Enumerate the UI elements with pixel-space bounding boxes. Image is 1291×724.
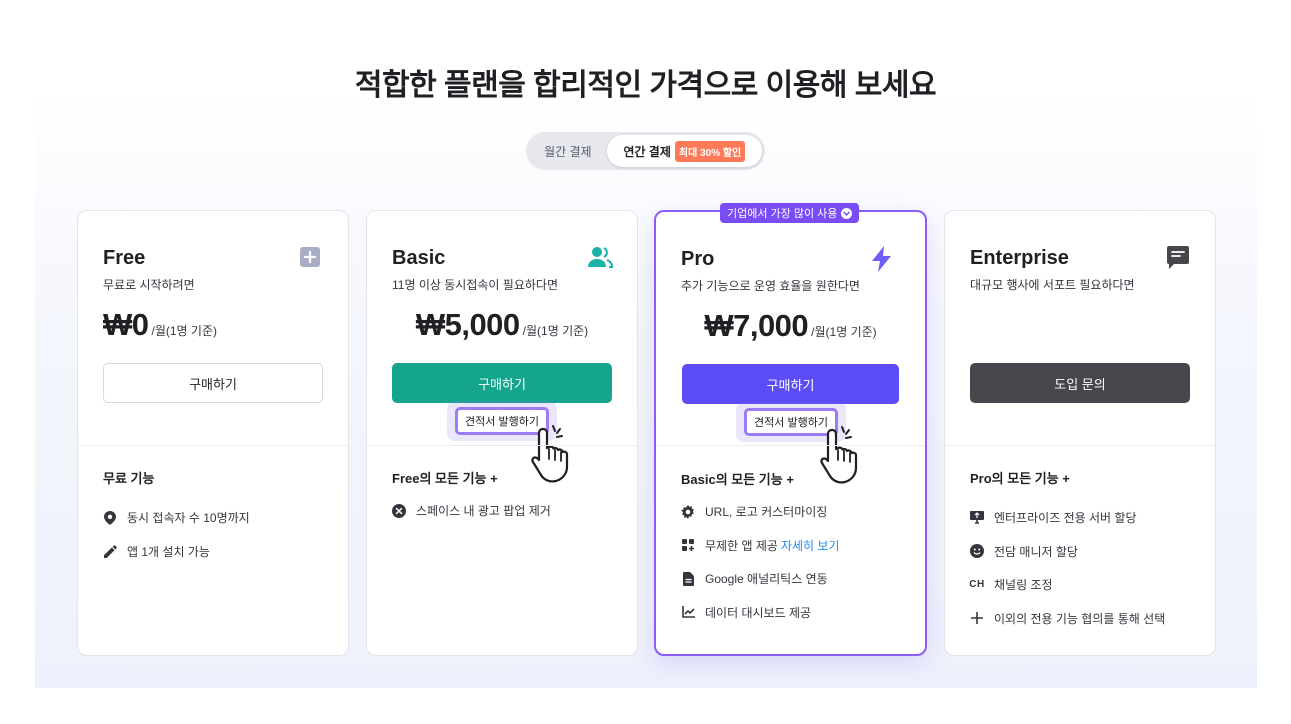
plan-description: 무료로 시작하려면 <box>103 278 195 292</box>
plan-price: ₩5,000 <box>415 307 520 342</box>
plus-icon <box>970 611 984 625</box>
smiley-icon <box>970 544 984 559</box>
plan-card-free: Free 무료로 시작하려면 ₩0 /월(1명 기준) 구매하기 무료 기능 동… <box>77 210 349 656</box>
feature-list: URL, 로고 커스터마이징 무제한 앱 제공 자세히 보기 Google 애널리… <box>681 495 839 629</box>
list-item: 이외의 전용 기능 협의를 통해 선택 <box>970 602 1165 636</box>
chat-icon <box>1165 245 1191 271</box>
billing-yearly-label: 연간 결제 <box>623 144 671 159</box>
feature-text: 엔터프라이즈 전용 서버 할당 <box>994 511 1137 526</box>
list-item: 데이터 대시보드 제공 <box>681 596 839 630</box>
plan-price: ₩0 <box>103 307 149 342</box>
users-icon <box>587 245 614 271</box>
feature-list: 엔터프라이즈 전용 서버 할당 전담 매니저 할당 CH 채널링 조정 이외의 … <box>969 501 1165 636</box>
plan-name: Free <box>103 247 146 269</box>
chevron-down-icon <box>841 207 853 219</box>
plan-description: 추가 기능으로 운영 효율을 원한다면 <box>681 279 860 293</box>
card-divider <box>945 445 1215 446</box>
list-item: 엔터프라이즈 전용 서버 할당 <box>970 501 1165 535</box>
contact-button[interactable]: 도입 문의 <box>970 363 1190 403</box>
feature-list: 동시 접속자 수 10명까지 앱 1개 설치 가능 <box>103 501 250 568</box>
features-title: Pro의 모든 기능 + <box>970 471 1070 486</box>
feature-text: 전담 매니저 할당 <box>994 544 1078 559</box>
features-title: Free의 모든 기능 + <box>392 471 498 486</box>
pointer-hand-icon <box>818 424 882 488</box>
document-icon <box>681 571 695 586</box>
plan-description: 대규모 행사에 서포트 필요하다면 <box>970 278 1135 292</box>
list-item: Google 애널리틱스 연동 <box>681 562 839 596</box>
plan-name: Enterprise <box>970 247 1069 269</box>
list-item: URL, 로고 커스터마이징 <box>681 495 839 529</box>
billing-monthly-option[interactable]: 월간 결제 <box>529 135 607 167</box>
buy-button[interactable]: 구매하기 <box>392 363 612 403</box>
gear-icon <box>681 504 695 519</box>
feature-text: 무제한 앱 제공 자세히 보기 <box>705 537 839 554</box>
feature-text: 앱 1개 설치 가능 <box>127 544 210 559</box>
chart-line-icon <box>681 605 695 619</box>
feature-text: 채널링 조정 <box>994 578 1053 593</box>
plan-name: Basic <box>392 247 446 269</box>
pointer-hand-icon <box>529 423 593 487</box>
list-item: 앱 1개 설치 가능 <box>103 535 250 569</box>
plan-price: ₩7,000 <box>704 308 809 343</box>
plan-description: 11명 이상 동시접속이 필요하다면 <box>392 278 558 292</box>
price-row: ₩0 /월(1명 기준) <box>78 307 348 343</box>
page-title: 적합한 플랜을 합리적인 가격으로 이용해 보세요 <box>354 69 937 102</box>
feature-text: URL, 로고 커스터마이징 <box>705 505 828 520</box>
feature-text: 데이터 대시보드 제공 <box>705 605 812 620</box>
lightning-icon <box>871 246 897 272</box>
price-unit: /월(1명 기준) <box>151 324 218 338</box>
buy-button[interactable]: 구매하기 <box>682 364 899 404</box>
popular-badge: 기업에서 가장 많이 사용 <box>720 203 860 223</box>
price-unit: /월(1명 기준) <box>522 324 589 338</box>
buy-button[interactable]: 구매하기 <box>103 363 323 403</box>
list-item: 무제한 앱 제공 자세히 보기 <box>681 529 839 563</box>
billing-yearly-option[interactable]: 연간 결제 최대 30% 할인 <box>606 135 762 167</box>
ch-text-icon: CH <box>969 578 985 592</box>
server-monitor-icon <box>970 511 984 525</box>
close-circle-icon <box>392 503 406 518</box>
feature-text: 이외의 전용 기능 협의를 통해 선택 <box>994 611 1166 626</box>
feature-text: Google 애널리틱스 연동 <box>705 572 828 587</box>
price-row: ₩5,000 /월(1명 기준) <box>367 307 637 343</box>
card-divider <box>656 445 925 446</box>
features-title: Basic의 모든 기능 + <box>681 472 794 487</box>
feature-list: 스페이스 내 광고 팝업 제거 <box>392 494 551 528</box>
plan-card-basic: Basic 11명 이상 동시접속이 필요하다면 ₩5,000 /월(1명 기준… <box>366 210 638 656</box>
billing-toggle[interactable]: 월간 결제 연간 결제 최대 30% 할인 <box>526 132 765 170</box>
price-row: ₩7,000 /월(1명 기준) <box>656 308 925 344</box>
list-item: CH 채널링 조정 <box>969 568 1165 602</box>
list-item: 동시 접속자 수 10명까지 <box>103 501 250 535</box>
ch-icon-text: CH <box>969 579 985 591</box>
list-item: 전담 매니저 할당 <box>970 535 1165 569</box>
details-link[interactable]: 자세히 보기 <box>781 539 840 553</box>
plan-card-enterprise: Enterprise 대규모 행사에 서포트 필요하다면 도입 문의 Pro의 … <box>944 210 1216 656</box>
card-divider <box>78 445 348 446</box>
apps-add-icon <box>681 538 695 552</box>
popular-badge-text: 기업에서 가장 많이 사용 <box>727 208 838 220</box>
features-title: 무료 기능 <box>103 471 155 486</box>
list-item: 스페이스 내 광고 팝업 제거 <box>392 494 551 528</box>
plus-square-icon <box>298 245 324 271</box>
feature-text: 스페이스 내 광고 팝업 제거 <box>416 504 551 519</box>
plan-card-pro: 기업에서 가장 많이 사용 Pro 추가 기능으로 운영 효율을 원한다면 ₩7… <box>654 203 927 656</box>
card-divider <box>367 445 637 446</box>
location-pin-icon <box>103 510 117 525</box>
price-unit: /월(1명 기준) <box>811 325 877 339</box>
feature-text: 동시 접속자 수 10명까지 <box>127 511 250 526</box>
plan-name: Pro <box>681 248 715 270</box>
pencil-icon <box>103 544 117 558</box>
discount-badge: 최대 30% 할인 <box>674 140 746 162</box>
feature-text-main: 무제한 앱 제공 <box>705 538 778 553</box>
